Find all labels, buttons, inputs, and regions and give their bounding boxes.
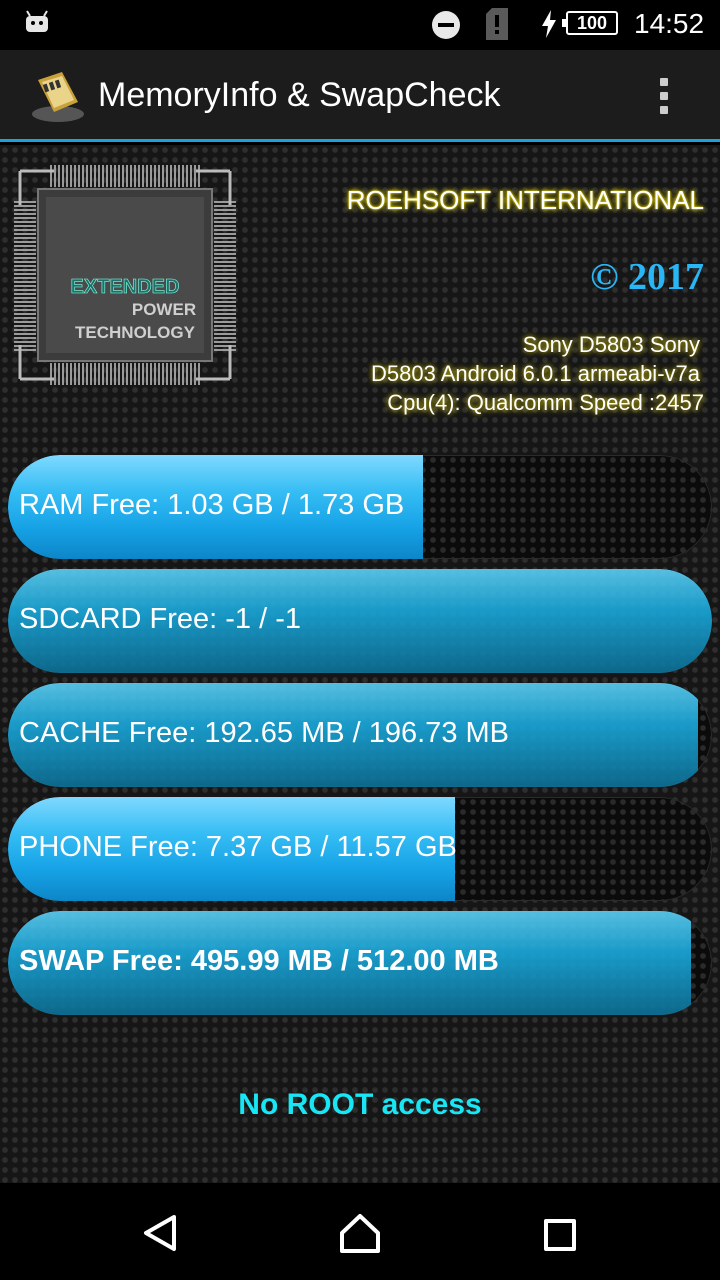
chip-line1: EXTENDED: [71, 276, 180, 298]
sdcard-bar-label: SDCARD Free: -1 / -1: [19, 603, 301, 635]
overflow-menu-icon[interactable]: [650, 74, 678, 122]
status-bar: 100 14:52: [0, 0, 720, 50]
charging-bolt-icon: [542, 10, 556, 38]
ram-bar[interactable]: RAM Free: 1.03 GB / 1.73 GB: [8, 455, 712, 559]
swap-bar[interactable]: SWAP Free: 495.99 MB / 512.00 MB: [8, 911, 712, 1015]
copyright: © 2017: [590, 256, 704, 298]
nav-bar: [0, 1183, 720, 1280]
app-title: MemoryInfo & SwapCheck: [98, 76, 501, 114]
no-sim-icon: [486, 8, 508, 40]
app-bar: MemoryInfo & SwapCheck: [0, 50, 720, 142]
status-clock: 14:52: [634, 8, 705, 39]
sdcard-bar[interactable]: SDCARD Free: -1 / -1: [8, 569, 712, 673]
chip-line2: POWER: [132, 300, 196, 319]
chip-line3: TECHNOLOGY: [75, 323, 196, 342]
do-not-disturb-icon: [432, 11, 460, 39]
sd-card-app-icon[interactable]: [24, 68, 86, 124]
battery-icon: 100: [562, 11, 618, 35]
swap-bar-label: SWAP Free: 495.99 MB / 512.00 MB: [19, 945, 499, 977]
recents-icon[interactable]: [544, 1219, 576, 1251]
brand-name: ROEHSOFT INTERNATIONAL: [346, 185, 704, 215]
device-info-line3: Cpu(4): Qualcomm Speed :2457: [387, 390, 704, 415]
main-content: EXTENDED POWER TECHNOLOGY ROEHSOFT INTER…: [0, 145, 720, 1183]
device-info-line1: Sony D5803 Sony: [522, 332, 700, 357]
home-icon[interactable]: [338, 1211, 382, 1255]
phone-bar[interactable]: PHONE Free: 7.37 GB / 11.57 GB: [8, 797, 712, 901]
back-icon[interactable]: [140, 1213, 180, 1253]
device-info-line2: D5803 Android 6.0.1 armeabi-v7a: [371, 361, 700, 386]
ram-bar-label: RAM Free: 1.03 GB / 1.73 GB: [19, 489, 405, 521]
cpu-chip-logo: EXTENDED POWER TECHNOLOGY: [14, 165, 236, 385]
cache-bar[interactable]: CACHE Free: 192.65 MB / 196.73 MB: [8, 683, 712, 787]
root-status: No ROOT access: [238, 1088, 482, 1121]
android-icon: [26, 10, 48, 32]
cache-bar-label: CACHE Free: 192.65 MB / 196.73 MB: [19, 717, 509, 749]
phone-bar-label: PHONE Free: 7.37 GB / 11.57 GB: [19, 831, 457, 863]
